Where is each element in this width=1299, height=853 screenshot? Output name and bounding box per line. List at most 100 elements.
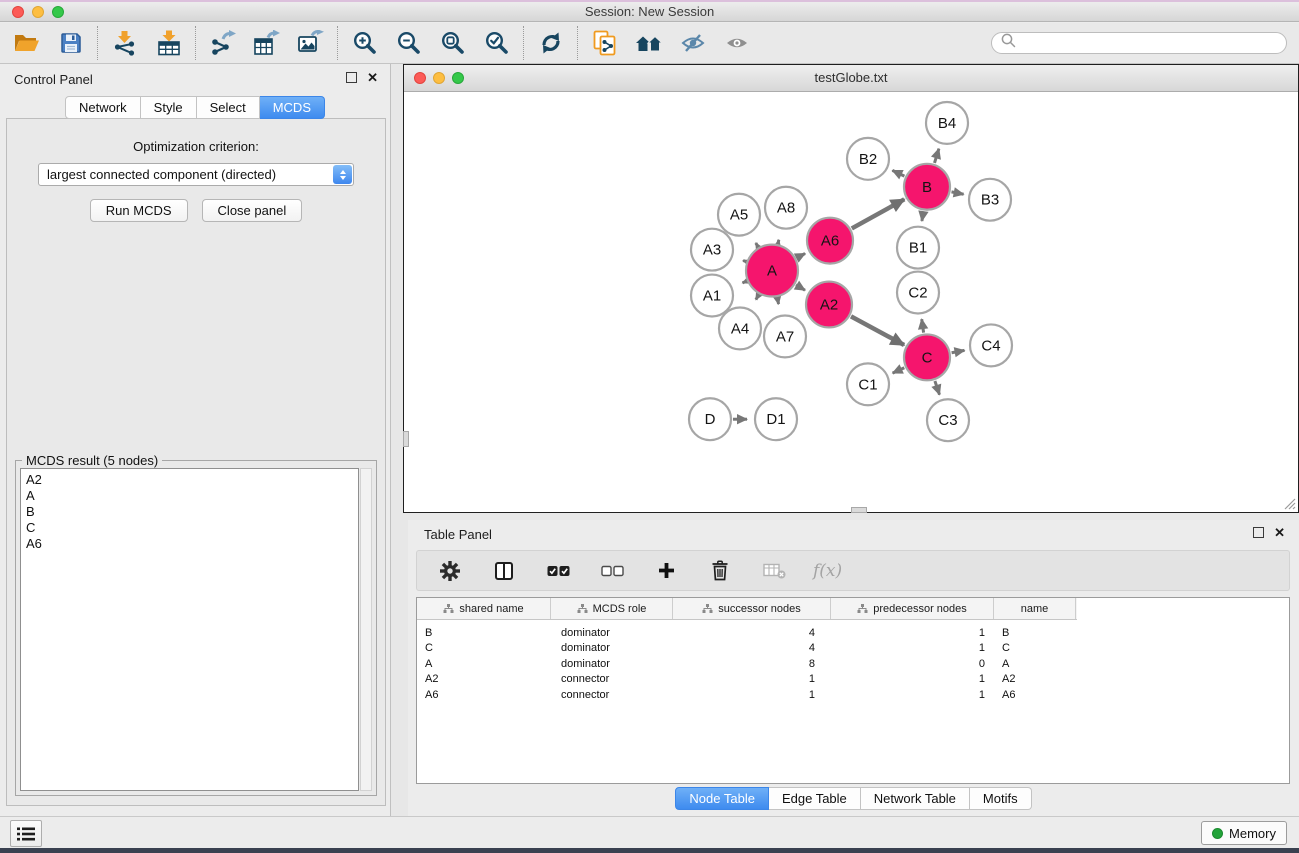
new-network-from-selection-icon[interactable]: [590, 28, 620, 58]
network-edge[interactable]: [756, 243, 758, 246]
column-header-name[interactable]: name: [994, 598, 1076, 619]
export-network-icon[interactable]: [208, 28, 238, 58]
save-session-icon[interactable]: [56, 28, 86, 58]
network-edge[interactable]: [922, 211, 924, 221]
table-cell[interactable]: 4: [673, 627, 831, 639]
zoom-in-icon[interactable]: [350, 28, 380, 58]
close-network-window-button[interactable]: [414, 72, 426, 84]
mcds-result-item[interactable]: A2: [26, 472, 358, 488]
network-edge[interactable]: [743, 260, 746, 261]
network-edge[interactable]: [743, 281, 747, 282]
tab-mcds[interactable]: MCDS: [260, 96, 325, 119]
table-row[interactable]: Bdominator41B: [417, 625, 1289, 641]
table-cell[interactable]: 1: [831, 689, 994, 701]
zoom-selected-icon[interactable]: [482, 28, 512, 58]
network-edge[interactable]: [893, 368, 905, 373]
mcds-result-item[interactable]: C: [26, 520, 358, 536]
network-edge[interactable]: [935, 149, 939, 163]
delete-table-icon[interactable]: [759, 556, 789, 586]
table-cell[interactable]: A2: [417, 673, 551, 685]
tab-style[interactable]: Style: [141, 96, 197, 119]
table-cell[interactable]: 4: [673, 642, 831, 654]
network-canvas[interactable]: B4B2BB3A5A8A6A3B1AA1C2A2A4A7CC4C1C3DD1: [404, 92, 1298, 512]
mcds-result-list[interactable]: A2ABCA6: [20, 468, 359, 791]
table-row[interactable]: A6connector11A6: [417, 687, 1289, 703]
table-cell[interactable]: B: [417, 627, 551, 639]
network-edge[interactable]: [952, 350, 965, 352]
import-table-icon[interactable]: [154, 28, 184, 58]
table-cell[interactable]: 1: [831, 642, 994, 654]
tab-motifs[interactable]: Motifs: [970, 787, 1032, 810]
tab-select[interactable]: Select: [197, 96, 260, 119]
table-cell[interactable]: dominator: [551, 658, 673, 670]
window-titlebar[interactable]: Session: New Session: [0, 2, 1299, 22]
close-mcds-panel-button[interactable]: Close panel: [202, 199, 303, 222]
network-edge[interactable]: [892, 170, 904, 176]
criterion-dropdown[interactable]: largest connected component (directed): [38, 163, 354, 186]
table-cell[interactable]: 1: [831, 673, 994, 685]
table-row[interactable]: Cdominator41C: [417, 641, 1289, 657]
table-cell[interactable]: 1: [831, 627, 994, 639]
show-all-icon[interactable]: [722, 28, 752, 58]
select-all-columns-icon[interactable]: [543, 556, 573, 586]
function-builder-icon[interactable]: f(x): [813, 561, 842, 581]
memory-button[interactable]: Memory: [1201, 821, 1287, 845]
column-header-mcds-role[interactable]: MCDS role: [551, 598, 673, 619]
network-edge[interactable]: [796, 285, 805, 290]
table-cell[interactable]: A2: [994, 673, 1076, 685]
network-edge[interactable]: [777, 298, 778, 304]
table-cell[interactable]: C: [417, 642, 551, 654]
network-edge[interactable]: [851, 316, 904, 345]
network-edge[interactable]: [922, 319, 924, 332]
unselect-all-columns-icon[interactable]: [597, 556, 627, 586]
minimize-window-button[interactable]: [32, 6, 44, 18]
delete-columns-icon[interactable]: [705, 556, 735, 586]
table-cell[interactable]: 1: [673, 673, 831, 685]
export-image-icon[interactable]: [296, 28, 326, 58]
close-panel-button[interactable]: ✕: [367, 72, 378, 83]
close-window-button[interactable]: [12, 6, 24, 18]
mcds-list-scrollbar[interactable]: [360, 468, 372, 791]
tab-node-table[interactable]: Node Table: [675, 787, 769, 810]
zoom-fit-icon[interactable]: [438, 28, 468, 58]
column-header-shared-name[interactable]: shared name: [417, 598, 551, 619]
float-panel-button[interactable]: [346, 72, 357, 83]
network-edge[interactable]: [852, 199, 905, 228]
column-header-successor-nodes[interactable]: successor nodes: [673, 598, 831, 619]
add-column-icon[interactable]: [651, 556, 681, 586]
mcds-result-item[interactable]: A: [26, 488, 358, 504]
table-cell[interactable]: A: [994, 658, 1076, 670]
left-edge-grip[interactable]: [403, 431, 409, 447]
table-cell[interactable]: 8: [673, 658, 831, 670]
network-window-titlebar[interactable]: testGlobe.txt: [404, 65, 1298, 92]
hide-selected-icon[interactable]: [678, 28, 708, 58]
table-cell[interactable]: connector: [551, 673, 673, 685]
run-mcds-button[interactable]: Run MCDS: [90, 199, 188, 222]
table-cell[interactable]: dominator: [551, 642, 673, 654]
table-cell[interactable]: A6: [417, 689, 551, 701]
show-columns-icon[interactable]: [489, 556, 519, 586]
table-cell[interactable]: 1: [673, 689, 831, 701]
zoom-out-icon[interactable]: [394, 28, 424, 58]
table-cell[interactable]: B: [994, 627, 1076, 639]
tab-edge-table[interactable]: Edge Table: [769, 787, 861, 810]
search-box[interactable]: [991, 32, 1287, 54]
zoom-window-button[interactable]: [52, 6, 64, 18]
table-cell[interactable]: C: [994, 642, 1076, 654]
apply-layout-icon[interactable]: [536, 28, 566, 58]
task-history-button[interactable]: [10, 820, 42, 847]
bottom-edge-grip[interactable]: [851, 507, 867, 513]
resize-corner-handle[interactable]: [1283, 497, 1297, 511]
export-table-icon[interactable]: [252, 28, 282, 58]
zoom-network-window-button[interactable]: [452, 72, 464, 84]
tab-network[interactable]: Network: [65, 96, 141, 119]
network-edge[interactable]: [756, 295, 759, 300]
minimize-network-window-button[interactable]: [433, 72, 445, 84]
column-header-predecessor-nodes[interactable]: predecessor nodes: [831, 598, 994, 619]
table-row[interactable]: A2connector11A2: [417, 672, 1289, 688]
network-edge[interactable]: [797, 254, 805, 258]
tab-network-table[interactable]: Network Table: [861, 787, 970, 810]
table-cell[interactable]: connector: [551, 689, 673, 701]
table-row[interactable]: Adominator80A: [417, 656, 1289, 672]
table-cell[interactable]: A: [417, 658, 551, 670]
